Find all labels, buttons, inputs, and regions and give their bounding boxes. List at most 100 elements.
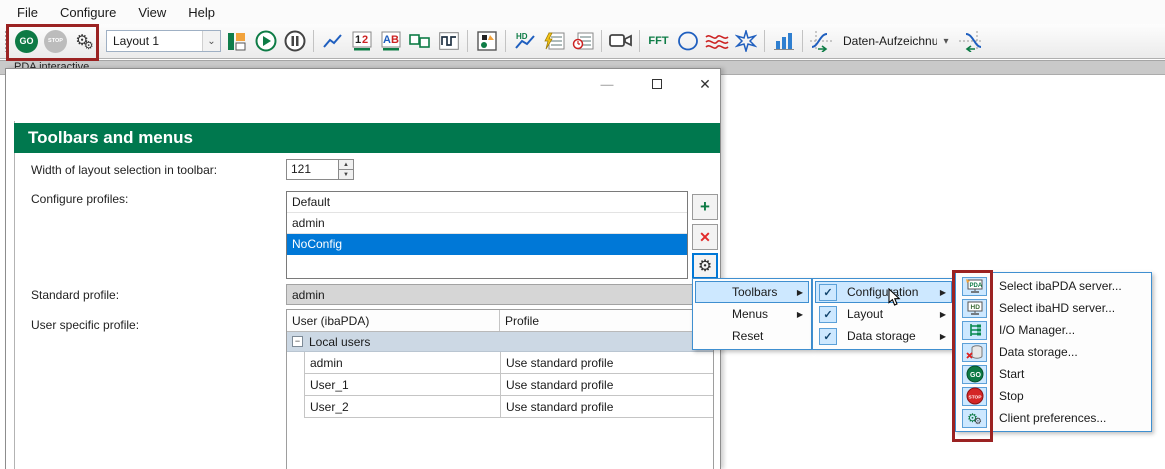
menu-view[interactable]: View bbox=[127, 2, 177, 23]
page-title: Toolbars and menus bbox=[14, 123, 720, 153]
dropdown-arrow-icon[interactable]: ▾ bbox=[937, 30, 955, 52]
waves-icon bbox=[705, 31, 729, 51]
layout-select[interactable]: Layout 1 ⌄ bbox=[106, 30, 221, 52]
histogram-button[interactable] bbox=[770, 28, 797, 54]
submenu-arrow-icon: ▶ bbox=[940, 332, 946, 341]
maximize-icon bbox=[652, 79, 662, 89]
table-header-row: User (ibaPDA) Profile bbox=[287, 310, 713, 332]
collapse-icon[interactable]: − bbox=[292, 336, 303, 347]
text-display-button[interactable]: AB bbox=[377, 28, 404, 54]
recording-select-value: Daten-Aufzeichnu bbox=[837, 34, 937, 48]
profile-cell[interactable]: Use standard profile bbox=[501, 396, 713, 417]
orbit-view-button[interactable] bbox=[674, 28, 701, 54]
table-row[interactable]: User_2 Use standard profile bbox=[305, 396, 713, 418]
minimize-button[interactable]: — bbox=[591, 74, 623, 94]
close-button[interactable]: ✕ bbox=[689, 74, 721, 94]
menu-item-label: Toolbars bbox=[696, 285, 777, 299]
app-window: File Configure View Help GO STOP ⚙⚙ Layo… bbox=[0, 0, 1165, 469]
digital-meter-button[interactable]: 12 bbox=[348, 28, 375, 54]
menu-item-label: Reset bbox=[696, 329, 763, 343]
jump-back-button[interactable] bbox=[957, 28, 984, 54]
annotation-rectangle-toolbar bbox=[6, 24, 99, 61]
submenu-arrow-icon: ▶ bbox=[940, 310, 946, 319]
column-header-user[interactable]: User (ibaPDA) bbox=[287, 310, 500, 331]
qpanel-button[interactable] bbox=[406, 28, 433, 54]
menu-item-label: Select ibaPDA server... bbox=[987, 279, 1122, 293]
menu-item-toolbars[interactable]: Toolbars ▶ bbox=[695, 281, 809, 303]
chevron-down-icon[interactable]: ⌄ bbox=[202, 31, 220, 51]
pause-button[interactable] bbox=[281, 28, 308, 54]
profiles-list: Default admin NoConfig bbox=[286, 191, 688, 279]
run-button[interactable] bbox=[252, 28, 279, 54]
menu-item-label: Layout bbox=[837, 307, 883, 321]
scatter-view-button[interactable] bbox=[473, 28, 500, 54]
layout-manager-button[interactable] bbox=[223, 28, 250, 54]
menu-help[interactable]: Help bbox=[177, 2, 226, 23]
pause-icon bbox=[284, 30, 306, 52]
digital-trend-button[interactable] bbox=[435, 28, 462, 54]
profile-list-item[interactable]: Default bbox=[287, 192, 687, 213]
menu-item-label: Client preferences... bbox=[987, 411, 1106, 425]
event-list-icon bbox=[543, 31, 565, 51]
fft-view-button[interactable]: FFT bbox=[645, 28, 672, 54]
menu-item-layout[interactable]: ✓ Layout ▶ bbox=[815, 303, 952, 325]
polar-view-button[interactable] bbox=[732, 28, 759, 54]
clock-list-icon bbox=[572, 31, 594, 51]
menu-item-label: Configuration bbox=[837, 285, 918, 299]
spectrum-view-button[interactable] bbox=[703, 28, 730, 54]
time-list-button[interactable] bbox=[569, 28, 596, 54]
profile-list-item-selected[interactable]: NoConfig bbox=[287, 234, 687, 255]
submenu-arrow-icon: ▶ bbox=[797, 288, 803, 297]
maximize-button[interactable] bbox=[641, 74, 673, 94]
line-chart-icon bbox=[323, 32, 343, 50]
hd-trend-button[interactable]: HD bbox=[511, 28, 538, 54]
column-header-profile[interactable]: Profile bbox=[500, 310, 713, 331]
main-toolbar: GO STOP ⚙⚙ Layout 1 ⌄ 12 AB bbox=[0, 24, 1165, 59]
add-profile-button[interactable]: + bbox=[692, 194, 718, 220]
profile-cell[interactable]: Use standard profile bbox=[501, 374, 713, 395]
event-list-button[interactable] bbox=[540, 28, 567, 54]
group-row-local-users[interactable]: − Local users bbox=[287, 332, 713, 352]
configure-profiles-label: Configure profiles: bbox=[31, 192, 128, 206]
svg-text:2: 2 bbox=[362, 34, 368, 46]
profile-list-item[interactable]: admin bbox=[287, 213, 687, 234]
menu-configure[interactable]: Configure bbox=[49, 2, 127, 23]
toolbars-submenu: ✓ Configuration ▶ ✓ Layout ▶ ✓ Data stor… bbox=[812, 278, 955, 350]
recording-select[interactable]: Daten-Aufzeichnu ▾ bbox=[837, 30, 955, 52]
trend-view-button[interactable] bbox=[319, 28, 346, 54]
user-cell[interactable]: User_1 bbox=[305, 374, 501, 395]
profile-cell[interactable]: Use standard profile bbox=[501, 352, 713, 373]
signal-jump-left-icon bbox=[959, 30, 983, 52]
camera-button[interactable] bbox=[607, 28, 634, 54]
user-cell[interactable]: admin bbox=[305, 352, 501, 373]
bar-chart-icon bbox=[774, 32, 794, 50]
menu-item-label: Menus bbox=[696, 307, 768, 321]
layout-width-value[interactable]: 121 bbox=[286, 159, 338, 180]
checkmark-icon: ✓ bbox=[819, 306, 837, 323]
qpanel-icon bbox=[409, 32, 431, 50]
menu-item-data-storage[interactable]: ✓ Data storage ▶ bbox=[815, 325, 952, 347]
menu-file[interactable]: File bbox=[6, 2, 49, 23]
fft-label: FFT bbox=[648, 35, 668, 47]
compass-rose-icon bbox=[735, 30, 757, 52]
spin-down-icon[interactable]: ▼ bbox=[338, 169, 354, 180]
user-cell[interactable]: User_2 bbox=[305, 396, 501, 417]
layout-width-stepper[interactable]: 121 ▲ ▼ bbox=[286, 159, 354, 180]
jump-forward-button[interactable] bbox=[808, 28, 835, 54]
table-row[interactable]: admin Use standard profile bbox=[305, 352, 713, 374]
camera-icon bbox=[609, 33, 633, 49]
circle-plot-icon bbox=[677, 31, 699, 51]
profile-settings-button[interactable]: ⚙ bbox=[692, 253, 718, 279]
table-row[interactable]: User_1 Use standard profile bbox=[305, 374, 713, 396]
menu-item-menus[interactable]: Menus ▶ bbox=[695, 303, 809, 325]
svg-text:A: A bbox=[383, 34, 391, 46]
digital-meter-icon: 12 bbox=[352, 31, 372, 51]
menu-item-label: Data storage bbox=[837, 329, 916, 343]
submenu-arrow-icon: ▶ bbox=[940, 288, 946, 297]
delete-profile-button[interactable]: ✕ bbox=[692, 224, 718, 250]
menu-item-reset[interactable]: Reset bbox=[695, 325, 809, 347]
scatter-plot-icon bbox=[477, 31, 497, 51]
user-profile-table: User (ibaPDA) Profile − Local users admi… bbox=[286, 309, 714, 469]
spin-up-icon[interactable]: ▲ bbox=[338, 159, 354, 169]
menu-item-configuration[interactable]: ✓ Configuration ▶ bbox=[815, 281, 952, 303]
